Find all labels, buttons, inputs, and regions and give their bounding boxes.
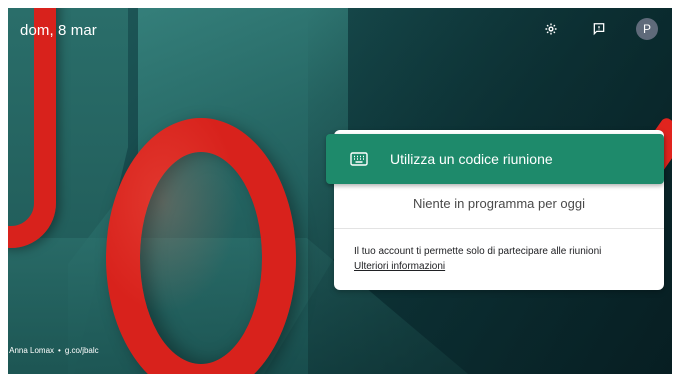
use-meeting-code-button[interactable]: Utilizza un codice riunione (326, 134, 664, 184)
panel-divider (334, 228, 664, 229)
avatar[interactable]: P (636, 18, 658, 40)
use-meeting-code-label: Utilizza un codice riunione (390, 151, 553, 167)
photo-credit: & Anna Lomax • g.co/jbalc (2, 346, 99, 355)
credit-separator: • (58, 346, 61, 355)
top-toolbar: P (540, 18, 658, 40)
gear-icon[interactable] (540, 18, 562, 40)
credit-link[interactable]: g.co/jbalc (65, 346, 99, 355)
credit-author: & Anna Lomax (2, 346, 55, 355)
account-info-text: Il tuo account ti permette solo di parte… (354, 246, 602, 257)
account-info: Il tuo account ti permette solo di parte… (354, 244, 654, 274)
keyboard-icon (350, 152, 368, 166)
current-date: dom, 8 mar (20, 22, 97, 39)
more-info-link[interactable]: Ulteriori informazioni (354, 261, 445, 272)
feedback-icon[interactable] (588, 18, 610, 40)
red-ring-left-decoration (8, 8, 56, 248)
nothing-scheduled-text: Niente in programma per oggi (413, 196, 585, 211)
